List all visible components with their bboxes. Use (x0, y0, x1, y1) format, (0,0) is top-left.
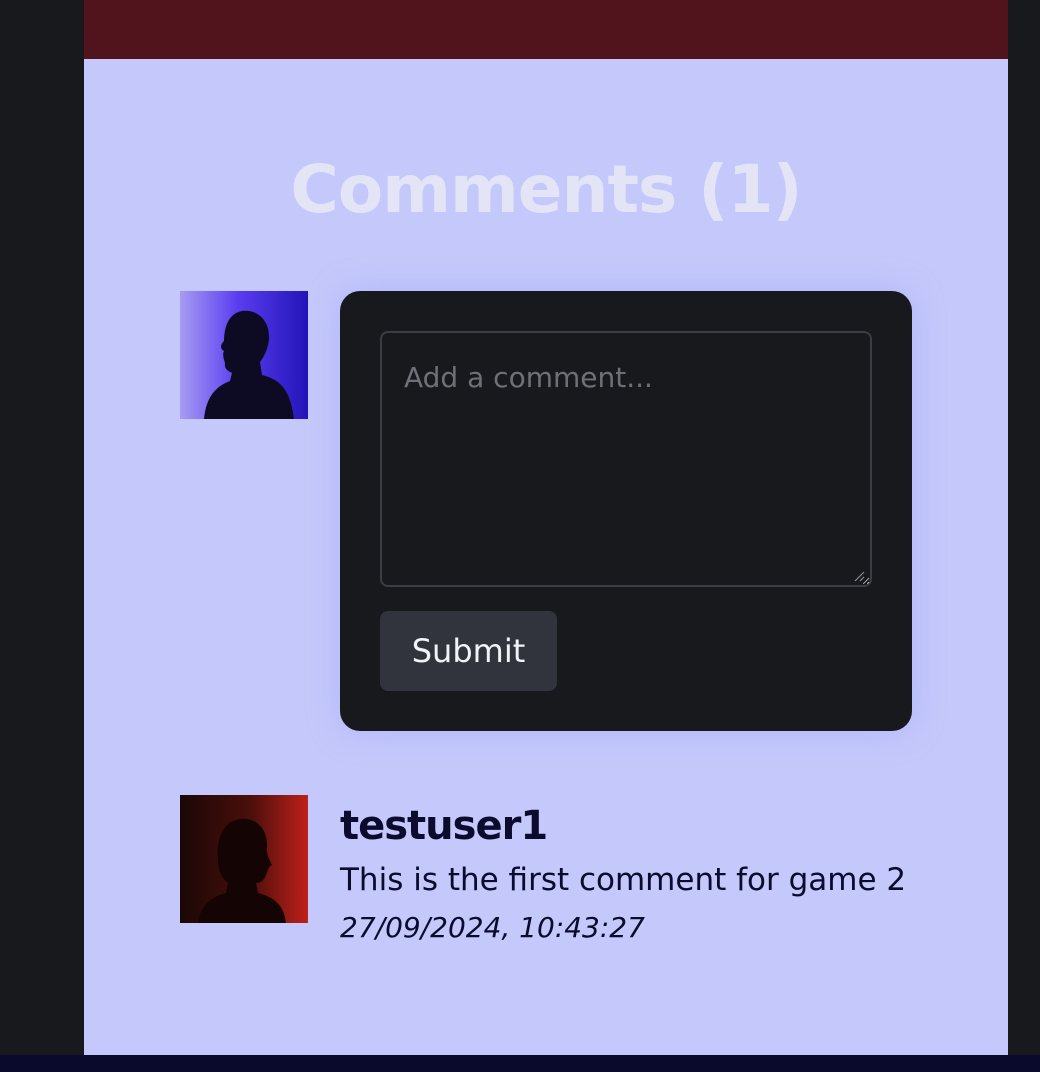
current-user-avatar (180, 291, 308, 419)
comment-input[interactable] (380, 331, 872, 587)
footer-band (0, 1055, 1040, 1072)
comment-form: Submit (340, 291, 912, 731)
comment-item: testuser1 This is the first comment for … (340, 800, 960, 950)
comment-author-avatar (180, 795, 308, 923)
comments-section: Comments (1) Submit (84, 0, 1008, 1055)
comment-timestamp: 27/09/2024, 10:43:27 (340, 911, 645, 944)
header-band (84, 0, 1008, 59)
comments-title: Comments (1) (290, 151, 802, 228)
comment-text: This is the first comment for game 2 (340, 862, 907, 898)
page: Comments (1) Submit (0, 0, 1040, 1072)
person-silhouette-icon (180, 795, 308, 923)
person-silhouette-icon (180, 291, 308, 419)
comment-author: testuser1 (340, 803, 548, 849)
submit-button[interactable]: Submit (380, 611, 557, 691)
